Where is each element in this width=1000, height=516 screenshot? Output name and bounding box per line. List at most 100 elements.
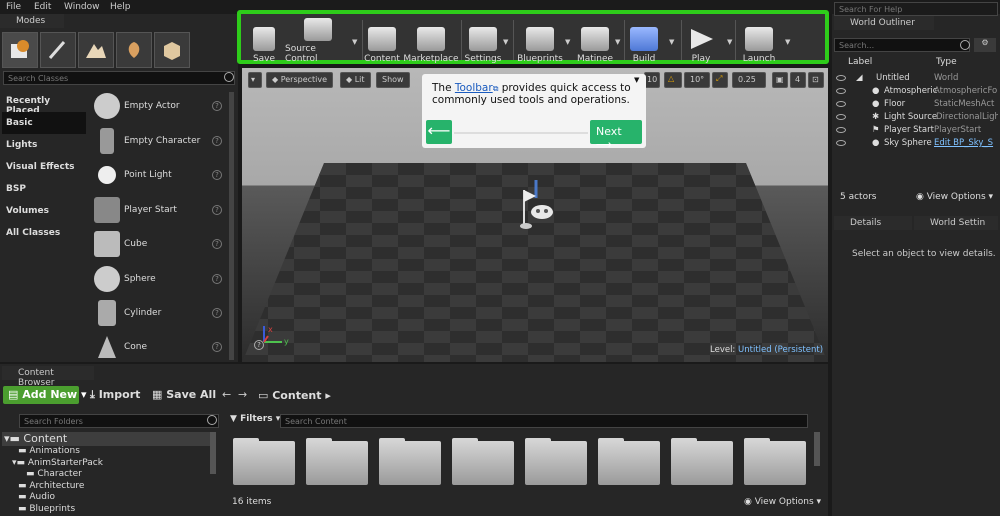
folder-thumbnail[interactable] <box>452 441 514 485</box>
folder-thumbnail[interactable] <box>598 441 660 485</box>
forward-arrow-icon[interactable]: → <box>238 388 247 401</box>
help-icon[interactable]: ? <box>212 205 222 215</box>
visibility-eye-icon[interactable] <box>836 101 846 107</box>
visibility-eye-icon[interactable] <box>836 75 846 81</box>
menu-help[interactable]: Help <box>110 2 131 12</box>
settings-button[interactable]: Settings <box>465 18 501 64</box>
tree-item-animations[interactable]: ▬ Animations <box>18 446 80 456</box>
geometry-mode-icon[interactable] <box>154 32 190 68</box>
help-search-input[interactable]: Search For Help <box>834 2 998 16</box>
outliner-settings-icon[interactable]: ⚙ <box>974 38 996 52</box>
visibility-eye-icon[interactable] <box>836 114 846 120</box>
chevron-down-icon[interactable]: ▼ <box>669 38 674 46</box>
paint-mode-icon[interactable] <box>40 32 76 68</box>
chevron-down-icon[interactable]: ▼ <box>352 38 357 46</box>
place-item-cylinder[interactable]: Cylinder? <box>90 297 228 329</box>
visibility-eye-icon[interactable] <box>836 88 846 94</box>
save-button[interactable]: Save <box>249 18 279 64</box>
type-column-header[interactable]: Type <box>936 57 957 67</box>
modes-scrollbar[interactable] <box>229 92 234 360</box>
blueprints-button[interactable]: Blueprints <box>517 18 563 64</box>
content-search-input[interactable]: Search Content <box>280 414 808 428</box>
place-item-empty-actor[interactable]: Empty Actor? <box>90 90 228 122</box>
import-button[interactable]: ⤓ Import <box>90 388 140 402</box>
tree-item-architecture[interactable]: ▬ Architecture <box>18 481 84 491</box>
help-icon[interactable]: ? <box>212 136 222 146</box>
place-item-player-start[interactable]: Player Start? <box>90 194 228 226</box>
folder-thumbnail[interactable] <box>379 441 441 485</box>
outliner-row[interactable]: ✱ Light Source DirectionalLight <box>832 111 998 124</box>
viewport-options-button[interactable]: ▾ <box>248 72 262 88</box>
chevron-down-icon[interactable]: ▼ <box>727 38 732 46</box>
folder-thumbnail[interactable] <box>233 441 295 485</box>
folder-thumbnail[interactable] <box>671 441 733 485</box>
tree-item-blueprints[interactable]: ▬ Blueprints <box>18 504 75 514</box>
tree-item-character[interactable]: ▬ Character <box>26 469 82 479</box>
add-new-button[interactable]: ▤ Add New ▾ <box>3 386 87 404</box>
show-button[interactable]: Show <box>376 72 410 88</box>
world-outliner-tab[interactable]: World Outliner <box>834 16 934 30</box>
world-settings-tab[interactable]: World Settin <box>914 216 998 230</box>
camera-speed-icon[interactable]: ▣ <box>772 72 788 88</box>
visibility-eye-icon[interactable] <box>836 127 846 133</box>
back-arrow-icon[interactable]: ← <box>222 388 231 401</box>
chevron-down-icon[interactable]: ▼ <box>615 38 620 46</box>
help-icon[interactable]: ? <box>212 101 222 111</box>
outliner-row[interactable]: ⚑ Player Start PlayerStart <box>832 124 998 137</box>
folder-thumbnail[interactable] <box>525 441 587 485</box>
grid-snap-value[interactable]: 10 <box>644 72 660 88</box>
breadcrumb[interactable]: ▭ Content ▸ <box>258 389 331 402</box>
place-item-point-light[interactable]: Point Light? <box>90 159 228 191</box>
category-all-classes[interactable]: All Classes <box>2 222 86 244</box>
help-icon[interactable]: ? <box>212 239 222 249</box>
help-icon[interactable]: ? <box>212 274 222 284</box>
help-icon[interactable]: ? <box>212 170 222 180</box>
class-search-input[interactable]: Search Classes <box>3 71 235 85</box>
content-view-options[interactable]: ◉ View Options ▾ <box>744 497 821 507</box>
help-icon[interactable]: ? <box>212 308 222 318</box>
rotation-snap-icon[interactable]: △ <box>664 72 682 88</box>
build-button[interactable]: Build <box>629 18 659 64</box>
outliner-row[interactable]: ◢ Untitled World <box>832 72 998 85</box>
launch-button[interactable]: Launch <box>741 18 777 64</box>
outliner-row[interactable]: ● Atmospheric AtmosphericFo <box>832 85 998 98</box>
category-visual-effects[interactable]: Visual Effects <box>2 156 86 178</box>
menu-window[interactable]: Window <box>64 2 100 12</box>
category-recently-placed[interactable]: Recently Placed <box>2 90 86 116</box>
tree-scrollbar[interactable] <box>210 432 216 474</box>
category-basic[interactable]: Basic <box>2 112 86 134</box>
maximize-viewport-icon[interactable]: ⊡ <box>808 72 824 88</box>
scale-snap-icon[interactable]: ⤢ <box>712 72 728 88</box>
source-control-button[interactable]: Source Control <box>285 18 351 64</box>
landscape-mode-icon[interactable] <box>78 32 114 68</box>
tree-item-content[interactable]: ▾▬ Content <box>4 432 67 445</box>
foliage-mode-icon[interactable] <box>116 32 152 68</box>
outliner-view-options[interactable]: ◉ View Options ▾ <box>916 192 993 202</box>
folder-thumbnail[interactable] <box>306 441 368 485</box>
scale-snap-value[interactable]: 0.25 <box>732 72 766 88</box>
matinee-button[interactable]: Matinee <box>577 18 613 64</box>
place-item-sphere[interactable]: Sphere? <box>90 263 228 295</box>
category-volumes[interactable]: Volumes <box>2 200 86 222</box>
outliner-row[interactable]: ● Sky Sphere Edit BP_Sky_S <box>832 137 998 150</box>
asset-scrollbar[interactable] <box>814 432 820 466</box>
outliner-row[interactable]: ● Floor StaticMeshAct <box>832 98 998 111</box>
marketplace-button[interactable]: Marketplace <box>403 18 459 64</box>
next-button[interactable]: Next ⟶ <box>590 120 642 151</box>
menu-edit[interactable]: Edit <box>34 2 51 12</box>
place-item-cone[interactable]: Cone? <box>90 331 228 363</box>
tree-item-audio[interactable]: ▬ Audio <box>18 492 55 502</box>
label-column-header[interactable]: Label <box>848 57 872 67</box>
chevron-down-icon[interactable]: ▼ <box>565 38 570 46</box>
help-icon[interactable]: ? <box>212 342 222 352</box>
category-lights[interactable]: Lights <box>2 134 86 156</box>
modes-tab[interactable]: Modes <box>0 14 64 28</box>
place-item-cube[interactable]: Cube? <box>90 228 228 260</box>
perspective-button[interactable]: ◆ Perspective <box>266 72 334 88</box>
folder-thumbnail[interactable] <box>744 441 806 485</box>
filters-button[interactable]: ▼ Filters ▾ <box>230 414 280 424</box>
outliner-search-input[interactable]: Search... <box>834 38 970 52</box>
rotation-snap-value[interactable]: 10° <box>684 72 710 88</box>
previous-button[interactable]: ⟵ <box>426 120 452 144</box>
category-bsp[interactable]: BSP <box>2 178 86 200</box>
